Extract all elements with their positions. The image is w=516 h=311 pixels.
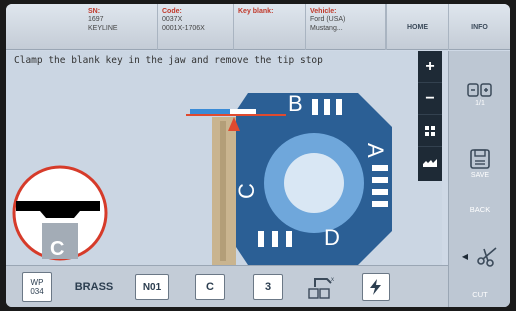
profile-code-line1: WP — [30, 278, 44, 287]
left-arrow-icon: ◀ — [461, 251, 469, 261]
tip-stop-white — [230, 109, 256, 114]
tip-stop-blue — [190, 109, 230, 114]
sn-label: SN: — [88, 8, 101, 15]
save-label: SAVE — [470, 171, 490, 179]
flash-box — [362, 273, 390, 301]
zoom-out-button[interactable]: − — [418, 83, 442, 115]
clamp-adjust-button[interactable]: x — [298, 270, 346, 304]
svg-text:x: x — [331, 277, 334, 283]
jaw-diagram: B A C D C — [12, 91, 392, 265]
clamp-icon: x — [308, 277, 334, 299]
sn-field: SN: 1697 KEYLINE — [84, 4, 158, 50]
save-button[interactable]: SAVE — [449, 135, 510, 191]
jaw-side-button[interactable]: C — [186, 270, 234, 304]
code-label: Code: — [162, 8, 182, 15]
jaw-side-c: C — [234, 183, 259, 199]
key-blank-label: Key blank: — [238, 8, 274, 15]
sn-value: 1697 — [88, 16, 104, 23]
profile-wave-icon — [423, 159, 437, 167]
lightning-icon — [370, 279, 381, 295]
code-value-2: 0001X-1706X — [162, 25, 205, 32]
code-value: 0037X — [162, 16, 183, 23]
jaw-side-d: D — [324, 225, 340, 250]
jaw-center — [284, 153, 344, 213]
vehicle-label: Vehicle: — [310, 8, 337, 15]
minus-plus-icon — [467, 82, 492, 97]
vehicle-value-2: Mustang... — [310, 25, 343, 32]
vehicle-value: Ford (USA) — [310, 16, 346, 23]
cut-tool-button[interactable]: ◀ — [449, 231, 510, 281]
cut-profile-button[interactable] — [418, 147, 442, 179]
jaw-side-a: A — [363, 143, 388, 158]
instruction-text: Clamp the blank key in the jaw and remov… — [14, 55, 323, 66]
n-code-box: N01 — [135, 274, 169, 300]
jaw-side-box: C — [195, 274, 225, 300]
right-panel: 1/1 SAVE BACK ◀ CUT — [448, 51, 510, 307]
sn-value-2: KEYLINE — [88, 25, 118, 32]
side-counter-button[interactable]: 1/1 — [449, 69, 510, 119]
zoom-jaw-letter: C — [50, 238, 64, 260]
key-blank-field: Key blank: — [234, 4, 306, 50]
home-button[interactable]: HOME — [386, 4, 448, 50]
info-header: SN: 1697 KEYLINE Code: 0037X 0001X-1706X… — [6, 4, 510, 50]
profile-code-button[interactable]: WP 034 — [12, 270, 62, 304]
machine-screen: SN: 1697 KEYLINE Code: 0037X 0001X-1706X… — [6, 4, 510, 307]
scissors-icon — [477, 247, 497, 267]
zoom-toolbar: + − — [418, 51, 442, 181]
work-area: B A C D C Clamp the blank key in the jaw… — [6, 51, 442, 265]
cut-label[interactable]: CUT — [449, 283, 510, 305]
info-button[interactable]: INFO — [448, 4, 510, 50]
bottom-toolbar: WP 034 BRASS N01 C 3 x — [6, 265, 448, 307]
key-blade-groove — [220, 121, 226, 261]
n-code-button[interactable]: N01 — [128, 270, 176, 304]
code-field: Code: 0037X 0001X-1706X — [158, 4, 234, 50]
flash-button[interactable] — [352, 270, 400, 304]
floppy-disk-icon — [470, 148, 490, 169]
material-label[interactable]: BRASS — [66, 270, 122, 304]
profile-code-box: WP 034 — [22, 272, 52, 302]
step-box: 3 — [253, 274, 283, 300]
back-button[interactable]: BACK — [449, 197, 510, 221]
vehicle-field: Vehicle: Ford (USA) Mustang... — [306, 4, 386, 50]
grid-icon — [425, 125, 435, 136]
jaw-side-b: B — [288, 91, 303, 116]
step-button[interactable]: 3 — [244, 270, 292, 304]
zoom-in-button[interactable]: + — [418, 51, 442, 83]
profile-code-line2: 034 — [30, 287, 44, 296]
view-grid-button[interactable] — [418, 115, 442, 147]
counter-label: 1/1 — [475, 99, 485, 107]
